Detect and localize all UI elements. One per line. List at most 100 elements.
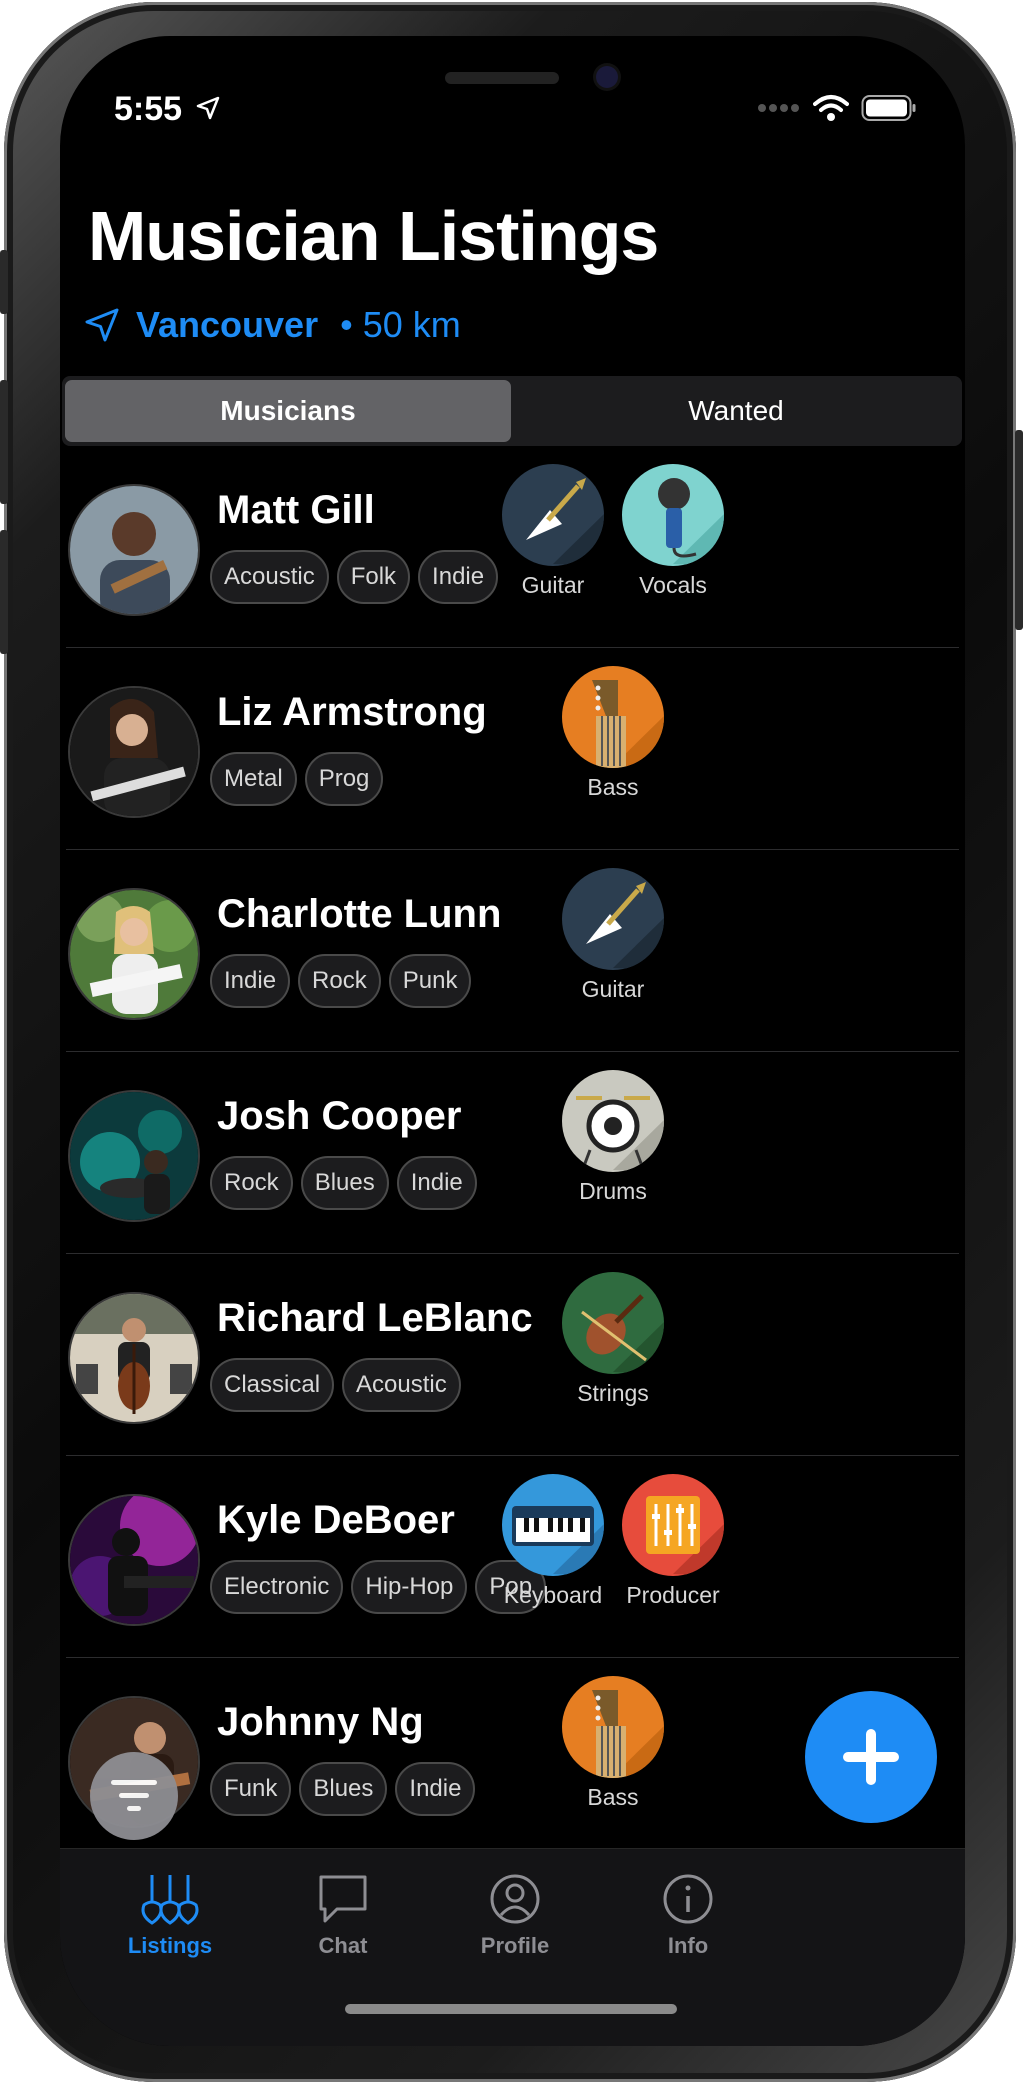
page-title: Musician Listings [88,197,659,275]
tab-label: Info [667,1933,709,1958]
genre-tag: Acoustic [342,1358,461,1412]
instrument-label: Guitar [581,976,645,1002]
mixer-icon [622,1474,724,1576]
listing-name: Johnny Ng [217,1700,424,1744]
bass-icon [562,666,664,768]
instrument-label: Bass [587,1784,639,1810]
tab-bar: Listings Chat Profile Info [60,1848,965,2046]
listing-row[interactable]: Kyle DeBoer Electronic Hip-Hop Pop Keybo… [60,1456,965,1658]
tab-listings[interactable]: Listings [105,1871,235,1959]
tab-info[interactable]: Info [623,1871,753,1959]
instrument-label: Guitar [521,572,585,598]
genre-tag: Rock [298,954,381,1008]
violin-icon [562,1272,664,1374]
listing-name: Richard LeBlanc [217,1296,533,1340]
avatar [68,686,200,818]
front-camera [596,66,618,88]
avatar [68,1090,200,1222]
genre-tag: Prog [304,752,384,806]
tab-label: Chat [318,1933,368,1958]
listing-name: Josh Cooper [217,1094,462,1138]
status-indicators [757,94,917,122]
listing-row[interactable]: Charlotte Lunn Indie Rock Punk Guitar [60,850,965,1052]
speaker-grille [445,72,559,84]
genre-tag: Indie [396,1156,477,1210]
instrument-label: Vocals [639,572,707,598]
wifi-icon [813,95,849,121]
genre-tags: Classical Acoustic [210,1358,461,1412]
listing-name: Kyle DeBoer [217,1498,455,1542]
avatar [68,888,200,1020]
instrument-badge: Guitar [553,868,673,1003]
tab-profile[interactable]: Profile [450,1871,580,1959]
genre-tag: Hip-Hop [351,1560,468,1614]
status-time: 5:55 [114,90,183,128]
volume-down-button [0,530,8,654]
listing-name: Charlotte Lunn [217,892,502,936]
location-arrow-icon [85,308,119,342]
chat-bubble-icon [319,1875,367,1923]
genre-tag: Indie [210,954,291,1008]
genre-tag: Blues [300,1156,389,1210]
instrument-badge: Strings [553,1272,673,1407]
genre-tags: Rock Blues Indie [210,1156,477,1210]
plus-icon [843,1729,899,1785]
guitar-icon [562,868,664,970]
instrument-badge: Drums [553,1070,673,1205]
segment-musicians[interactable]: Musicians [65,380,511,442]
genre-tag: Electronic [210,1560,344,1614]
volume-up-button [0,380,8,504]
instrument-badge: Bass [553,666,673,801]
genre-tag: Indie [418,550,499,604]
guitars-icon [141,1875,199,1925]
instrument-label: Strings [577,1380,649,1406]
screen: 5:55 Musician Listings Vancouver • 50 km… [60,36,965,2046]
avatar [68,1494,200,1626]
listing-row[interactable]: Liz Armstrong Metal Prog Bass [60,648,965,850]
location-services-icon [196,96,220,120]
listing-name: Liz Armstrong [217,690,487,734]
genre-tags: Acoustic Folk Indie [210,550,499,604]
genre-tag: Punk [388,954,472,1008]
instrument-label: Bass [587,774,639,800]
cellular-signal-icon [758,104,799,112]
genre-tag: Classical [210,1358,335,1412]
tab-label: Profile [480,1933,550,1958]
add-listing-button[interactable] [805,1691,937,1823]
genre-tag: Blues [299,1762,388,1816]
instrument-label: Drums [579,1178,647,1204]
listing-row[interactable]: Josh Cooper Rock Blues Indie Drums [60,1052,965,1254]
instrument-badge: Bass [553,1676,673,1811]
genre-tag: Metal [210,752,297,806]
genre-tag: Acoustic [210,550,329,604]
instrument-badge: Guitar [493,464,613,599]
location-city[interactable]: Vancouver [136,304,318,346]
genre-tags: Metal Prog [210,752,384,806]
genre-tags: Funk Blues Indie [210,1762,476,1816]
location-radius[interactable]: • 50 km [340,304,461,346]
genre-tag: Indie [395,1762,476,1816]
instrument-label: Keyboard [503,1582,603,1608]
listing-name: Matt Gill [217,488,375,532]
power-button [1015,430,1023,630]
listing-row[interactable]: Matt Gill Acoustic Folk Indie Guitar Voc… [60,446,965,648]
home-indicator[interactable] [345,2004,677,2014]
keyboard-icon [502,1474,604,1576]
tab-label: Listings [127,1933,213,1958]
microphone-icon [622,464,724,566]
profile-icon [490,1874,540,1924]
bass-icon [562,1676,664,1778]
drums-icon [562,1070,664,1172]
instrument-badge: Vocals [613,464,733,599]
info-icon [663,1874,713,1924]
notch [285,36,740,124]
avatar [68,1292,200,1424]
mute-switch [0,250,8,314]
listing-row[interactable]: Richard LeBlanc Classical Acoustic Strin… [60,1254,965,1456]
filter-button[interactable] [90,1752,178,1840]
location-selector[interactable]: Vancouver • 50 km [84,304,461,346]
instrument-label: Producer [626,1582,720,1608]
segment-wanted[interactable]: Wanted [513,380,959,442]
genre-tag: Folk [336,550,411,604]
tab-chat[interactable]: Chat [278,1871,408,1959]
